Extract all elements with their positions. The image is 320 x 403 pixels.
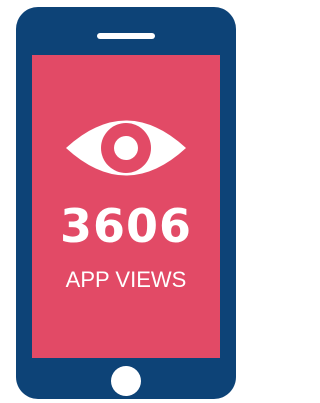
eye-icon bbox=[66, 120, 186, 176]
view-count: 3606 bbox=[59, 199, 193, 253]
eye-pupil bbox=[114, 136, 138, 160]
speaker-slot bbox=[97, 33, 155, 39]
view-count-label: APP VIEWS bbox=[65, 267, 187, 292]
home-button bbox=[111, 366, 141, 396]
phone-illustration: 3606 APP VIEWS bbox=[16, 7, 236, 399]
phone-screen: 3606 APP VIEWS bbox=[32, 55, 220, 358]
